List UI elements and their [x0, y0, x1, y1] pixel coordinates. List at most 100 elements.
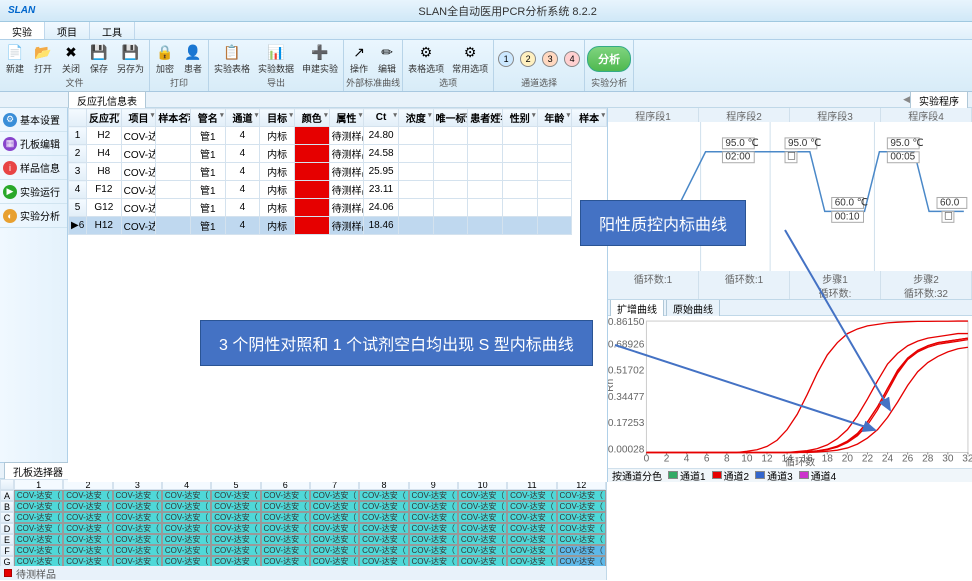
well-B3[interactable]: COV-达安（: [113, 501, 162, 512]
table-row[interactable]: 2H4COV-达安（快速）管14内标待测样品24.58: [69, 145, 607, 163]
well-E10[interactable]: COV-达安（: [458, 534, 507, 545]
well-B9[interactable]: COV-达安（: [409, 501, 458, 512]
well-B11[interactable]: COV-达安（: [507, 501, 556, 512]
well-D5[interactable]: COV-达安（: [211, 523, 260, 534]
well-E6[interactable]: COV-达安（: [261, 534, 310, 545]
well-A1[interactable]: COV-达安（: [14, 490, 63, 501]
well-D12[interactable]: COV-达安（: [557, 523, 606, 534]
tab-raw-curve[interactable]: 原始曲线: [666, 299, 720, 317]
well-F4[interactable]: COV-达安（: [162, 545, 211, 556]
ribbon-常用选项[interactable]: ⚙常用选项: [449, 41, 491, 76]
channel-4-button[interactable]: 4: [564, 51, 580, 67]
well-B1[interactable]: COV-达安（: [14, 501, 63, 512]
tab-amp-curve[interactable]: 扩增曲线: [610, 299, 664, 317]
ribbon-加密[interactable]: 🔒加密: [152, 41, 178, 76]
well-F9[interactable]: COV-达安（: [409, 545, 458, 556]
collapse-icon[interactable]: ◀: [903, 94, 910, 105]
well-D7[interactable]: COV-达安（: [310, 523, 359, 534]
well-A2[interactable]: COV-达安（: [63, 490, 112, 501]
well-E5[interactable]: COV-达安（: [211, 534, 260, 545]
ribbon-打开[interactable]: 📂打开: [30, 41, 56, 76]
well-E7[interactable]: COV-达安（: [310, 534, 359, 545]
well-E9[interactable]: COV-达安（: [409, 534, 458, 545]
menu-tab-tools[interactable]: 工具: [90, 22, 135, 39]
analyze-button[interactable]: 分析: [587, 46, 631, 72]
table-row[interactable]: 1H2COV-达安（快速）管14内标待测样品24.80: [69, 127, 607, 145]
channel-2-button[interactable]: 2: [520, 51, 536, 67]
ribbon-关闭[interactable]: ✖关闭: [58, 41, 84, 76]
ribbon-实验表格[interactable]: 📋实验表格: [211, 41, 253, 76]
well-F5[interactable]: COV-达安（: [211, 545, 260, 556]
ribbon-表格选项[interactable]: ⚙表格选项: [405, 41, 447, 76]
menu-tab-experiment[interactable]: 实验: [0, 22, 45, 39]
well-B12[interactable]: COV-达安（: [557, 501, 606, 512]
well-G5[interactable]: COV-达安（: [211, 556, 260, 566]
well-plate-grid[interactable]: 123456789101112ACOV-达安（COV-达安（COV-达安（COV…: [0, 479, 606, 566]
table-row[interactable]: 5G12COV-达安（快速）管14内标待测样品24.06: [69, 199, 607, 217]
well-D1[interactable]: COV-达安（: [14, 523, 63, 534]
well-C2[interactable]: COV-达安（: [63, 512, 112, 523]
table-row[interactable]: 3H8COV-达安（快速）管14内标待测样品25.95: [69, 163, 607, 181]
well-F10[interactable]: COV-达安（: [458, 545, 507, 556]
well-E1[interactable]: COV-达安（: [14, 534, 63, 545]
well-C8[interactable]: COV-达安（: [359, 512, 408, 523]
well-A11[interactable]: COV-达安（: [507, 490, 556, 501]
well-G6[interactable]: COV-达安（: [261, 556, 310, 566]
well-D4[interactable]: COV-达安（: [162, 523, 211, 534]
channel-1-button[interactable]: 1: [498, 51, 514, 67]
well-A10[interactable]: COV-达安（: [458, 490, 507, 501]
well-D2[interactable]: COV-达安（: [63, 523, 112, 534]
ribbon-新建[interactable]: 📄新建: [2, 41, 28, 76]
well-F1[interactable]: COV-达安（: [14, 545, 63, 556]
well-A4[interactable]: COV-达安（: [162, 490, 211, 501]
ribbon-另存为[interactable]: 💾另存为: [114, 41, 147, 76]
table-row[interactable]: 4F12COV-达安（快速）管14内标待测样品23.11: [69, 181, 607, 199]
well-D8[interactable]: COV-达安（: [359, 523, 408, 534]
menu-tab-project[interactable]: 项目: [45, 22, 90, 39]
nav-basic-settings[interactable]: ⚙基本设置: [0, 108, 67, 132]
tab-well-info[interactable]: 反应孔信息表: [68, 91, 146, 109]
well-E8[interactable]: COV-达安（: [359, 534, 408, 545]
well-B2[interactable]: COV-达安（: [63, 501, 112, 512]
ribbon-申建实验[interactable]: ➕申建实验: [299, 41, 341, 76]
nav-plate-edit[interactable]: ▦孔板编辑: [0, 132, 67, 156]
well-B5[interactable]: COV-达安（: [211, 501, 260, 512]
table-row[interactable]: ▶6H12COV-达安（快速）管14内标待测样品18.46: [69, 217, 607, 235]
well-E12[interactable]: COV-达安（: [557, 534, 606, 545]
ribbon-操作[interactable]: ↗操作: [346, 41, 372, 76]
tab-program[interactable]: 实验程序: [910, 91, 968, 109]
well-G7[interactable]: COV-达安（: [310, 556, 359, 566]
well-B4[interactable]: COV-达安（: [162, 501, 211, 512]
well-B7[interactable]: COV-达安（: [310, 501, 359, 512]
well-F11[interactable]: COV-达安（: [507, 545, 556, 556]
well-G12[interactable]: COV-达安（: [557, 556, 606, 566]
ribbon-保存[interactable]: 💾保存: [86, 41, 112, 76]
well-F2[interactable]: COV-达安（: [63, 545, 112, 556]
well-D10[interactable]: COV-达安（: [458, 523, 507, 534]
well-B8[interactable]: COV-达安（: [359, 501, 408, 512]
nav-analysis[interactable]: ◐实验分析: [0, 204, 67, 228]
well-G1[interactable]: COV-达安（: [14, 556, 63, 566]
nav-sample-info[interactable]: i样品信息: [0, 156, 67, 180]
well-D6[interactable]: COV-达安（: [261, 523, 310, 534]
well-C6[interactable]: COV-达安（: [261, 512, 310, 523]
well-G10[interactable]: COV-达安（: [458, 556, 507, 566]
ribbon-编辑[interactable]: ✏编辑: [374, 41, 400, 76]
channel-3-button[interactable]: 3: [542, 51, 558, 67]
nav-run[interactable]: ▶实验运行: [0, 180, 67, 204]
ribbon-实验数据[interactable]: 📊实验数据: [255, 41, 297, 76]
well-A12[interactable]: COV-达安（: [557, 490, 606, 501]
well-G11[interactable]: COV-达安（: [507, 556, 556, 566]
well-F7[interactable]: COV-达安（: [310, 545, 359, 556]
well-C7[interactable]: COV-达安（: [310, 512, 359, 523]
well-D11[interactable]: COV-达安（: [507, 523, 556, 534]
well-A9[interactable]: COV-达安（: [409, 490, 458, 501]
well-C5[interactable]: COV-达安（: [211, 512, 260, 523]
data-table[interactable]: 反应孔▾项目▾样本名称▾管名▾通道▾目标▾颜色▾属性▾Ct▾浓度▾唯一标识▾患者…: [68, 108, 607, 235]
well-A8[interactable]: COV-达安（: [359, 490, 408, 501]
well-E11[interactable]: COV-达安（: [507, 534, 556, 545]
well-C10[interactable]: COV-达安（: [458, 512, 507, 523]
well-F3[interactable]: COV-达安（: [113, 545, 162, 556]
well-A6[interactable]: COV-达安（: [261, 490, 310, 501]
well-C4[interactable]: COV-达安（: [162, 512, 211, 523]
